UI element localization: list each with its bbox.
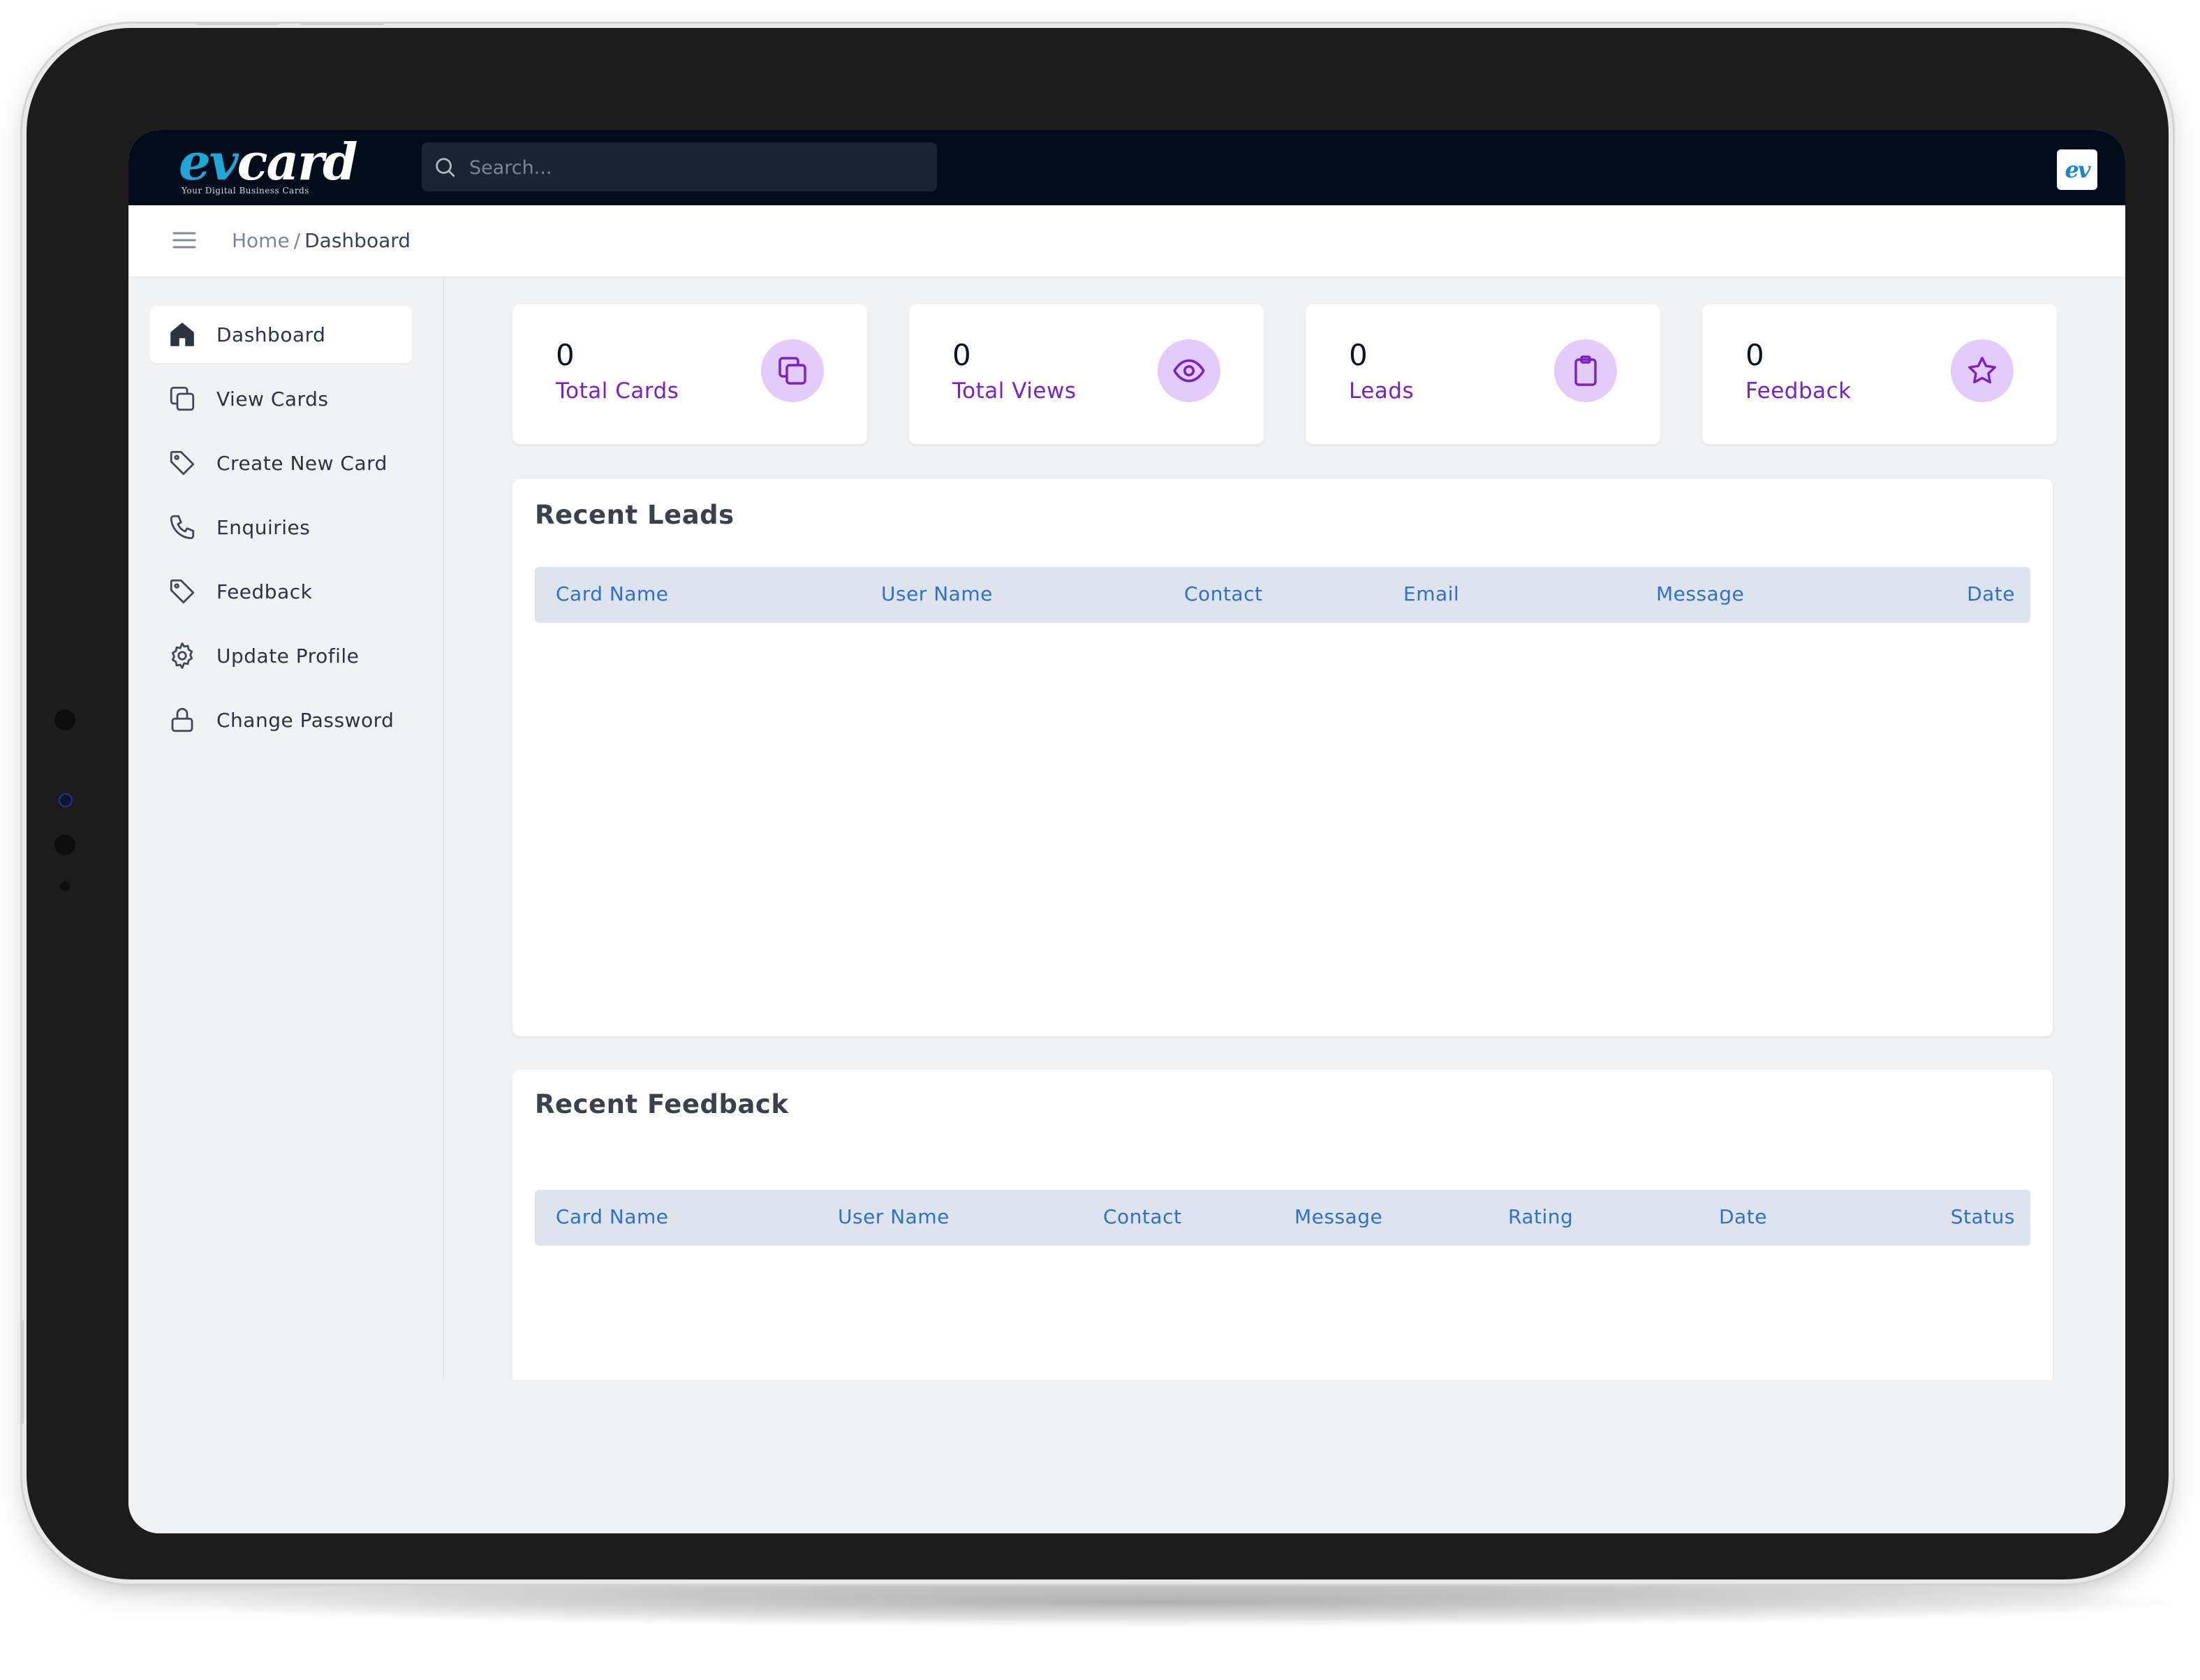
sidebar-item-change-password[interactable]: Change Password [149, 691, 412, 749]
stat-icon-badge [1554, 339, 1617, 402]
stat-value: 0 [1349, 338, 1368, 372]
hamburger-menu-icon[interactable] [170, 226, 198, 254]
stat-value: 0 [556, 338, 575, 372]
sidebar-item-label: View Cards [216, 387, 329, 411]
column-header-status[interactable]: Status [1951, 1205, 2015, 1228]
sidebar-item-dashboard[interactable]: Dashboard [149, 306, 412, 363]
stat-card-leads[interactable]: 0 Leads [1306, 304, 1660, 444]
camera-dot [54, 709, 75, 730]
column-header-date[interactable]: Date [1719, 1205, 1767, 1228]
sidebar-item-create-new-card[interactable]: Create New Card [149, 434, 412, 492]
app-screen: evcard Your Digital Business Cards ev Ho… [128, 130, 2125, 1533]
column-header-email[interactable]: Email [1403, 582, 1459, 605]
logo-tagline: Your Digital Business Cards [182, 186, 309, 196]
gear-icon [171, 642, 193, 669]
stat-label: Total Views [952, 378, 1077, 404]
clipboard-icon [1574, 355, 1597, 386]
stat-value: 0 [1745, 338, 1764, 372]
breadcrumb-bar: Home / Dashboard [128, 205, 2125, 277]
column-header-message[interactable]: Message [1294, 1205, 1382, 1228]
stat-card-feedback[interactable]: 0 Feedback [1702, 304, 2057, 444]
column-header-user-name[interactable]: User Name [881, 582, 993, 605]
tablet-frame: evcard Your Digital Business Cards ev Ho… [20, 22, 2169, 1579]
breadcrumb-current: Dashboard [304, 229, 411, 252]
breadcrumb-separator: / [293, 229, 301, 252]
column-header-contact[interactable]: Contact [1184, 582, 1262, 605]
table-header: Card Name User Name Contact Message Rati… [535, 1190, 2030, 1246]
column-header-user-name[interactable]: User Name [838, 1205, 950, 1228]
stat-icon-badge [1951, 339, 2014, 402]
camera-dot [54, 834, 75, 855]
tag-icon [170, 450, 195, 476]
table-header: Card Name User Name Contact Email Messag… [535, 567, 2030, 623]
sidebar-item-label: Feedback [216, 580, 313, 603]
brand-logo[interactable]: evcard Your Digital Business Cards [179, 134, 357, 198]
breadcrumb: Home / Dashboard [232, 229, 411, 252]
logo-wordmark: evcard [179, 132, 357, 191]
column-header-card-name[interactable]: Card Name [556, 1205, 669, 1228]
sidebar-item-feedback[interactable]: Feedback [149, 563, 412, 620]
column-header-message[interactable]: Message [1656, 582, 1744, 605]
stat-card-total-cards[interactable]: 0 Total Cards [512, 304, 867, 444]
copy-icon [778, 357, 806, 385]
stat-value: 0 [952, 338, 971, 372]
hardware-button [195, 22, 279, 25]
phone-icon [170, 515, 195, 540]
stat-card-total-views[interactable]: 0 Total Views [909, 304, 1264, 444]
hardware-button [20, 1320, 24, 1424]
panel-title: Recent Feedback [535, 1089, 789, 1119]
sidebar-item-view-cards[interactable]: View Cards [149, 370, 412, 427]
home-icon [170, 323, 194, 346]
breadcrumb-home-link[interactable]: Home [232, 229, 290, 252]
camera-dot [60, 881, 70, 891]
eye-icon [1173, 359, 1205, 383]
lock-icon [171, 707, 193, 732]
stat-icon-badge [1158, 339, 1220, 402]
sidebar-item-label: Enquiries [216, 515, 311, 539]
panel-title: Recent Leads [535, 500, 734, 530]
stat-icon-badge [761, 339, 824, 402]
sidebar-item-label: Dashboard [216, 323, 326, 346]
search-input[interactable] [468, 142, 917, 193]
tag-icon [170, 579, 195, 604]
camera-dot [59, 793, 73, 807]
sidebar-item-label: Update Profile [216, 644, 360, 668]
column-header-date[interactable]: Date [1967, 582, 2015, 605]
stat-label: Total Cards [556, 378, 679, 404]
column-header-contact[interactable]: Contact [1103, 1205, 1181, 1228]
recent-leads-panel: Recent Leads Card Name User Name Contact… [512, 479, 2053, 1036]
stat-label: Leads [1349, 378, 1415, 404]
sidebar-item-enquiries[interactable]: Enquiries [149, 499, 412, 556]
avatar[interactable]: ev [2057, 149, 2097, 190]
top-navbar: evcard Your Digital Business Cards ev [128, 130, 2125, 205]
footer-area [128, 1380, 2125, 1533]
hardware-button [300, 22, 384, 25]
stat-label: Feedback [1745, 378, 1852, 404]
column-header-card-name[interactable]: Card Name [556, 582, 669, 605]
device-shadow [147, 1578, 2171, 1627]
copy-icon [170, 386, 195, 411]
search-box[interactable] [422, 142, 937, 193]
sidebar-item-update-profile[interactable]: Update Profile [149, 627, 412, 684]
sidebar-item-label: Change Password [216, 708, 394, 732]
column-header-rating[interactable]: Rating [1508, 1205, 1573, 1228]
star-icon [1968, 356, 1996, 384]
table-body [535, 623, 2030, 1014]
sidebar-item-label: Create New Card [216, 451, 387, 475]
search-icon [436, 158, 455, 177]
sidebar: Dashboard View Cards Create New Card Enq… [128, 277, 444, 1380]
